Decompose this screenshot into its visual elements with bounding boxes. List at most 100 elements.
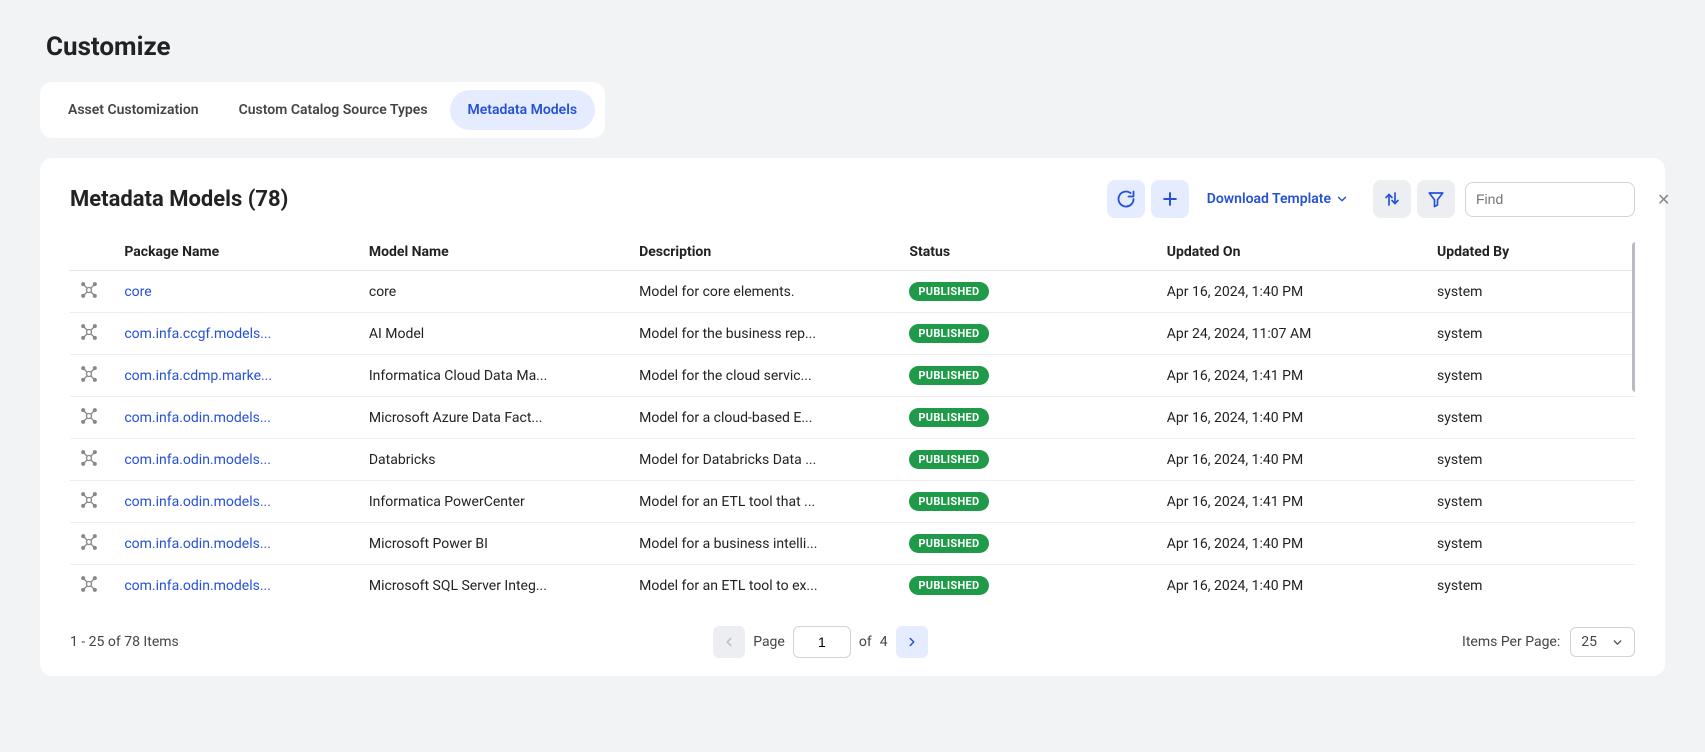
updated-on-cell: Apr 16, 2024, 1:40 PM	[1159, 439, 1429, 481]
description-cell: Model for an ETL tool to ex...	[631, 565, 901, 607]
metadata-models-table: Package Name Model Name Description Stat…	[70, 234, 1635, 606]
model-name-cell: Microsoft Azure Data Fact...	[361, 397, 631, 439]
col-package-name[interactable]: Package Name	[116, 234, 361, 271]
col-model-name[interactable]: Model Name	[361, 234, 631, 271]
updated-by-cell: system	[1429, 355, 1635, 397]
description-cell: Model for a cloud-based E...	[631, 397, 901, 439]
model-icon	[78, 405, 100, 427]
total-pages: 4	[880, 634, 888, 650]
table-row: corecoreModel for core elements.PUBLISHE…	[70, 271, 1635, 313]
filter-button[interactable]	[1417, 180, 1455, 218]
sort-icon	[1383, 190, 1401, 208]
search-input[interactable]	[1476, 191, 1657, 207]
main-panel: Metadata Models (78) Download Template	[40, 158, 1665, 676]
updated-on-cell: Apr 16, 2024, 1:40 PM	[1159, 397, 1429, 439]
updated-by-cell: system	[1429, 439, 1635, 481]
updated-on-cell: Apr 16, 2024, 1:40 PM	[1159, 565, 1429, 607]
model-name-cell: Databricks	[361, 439, 631, 481]
package-link[interactable]: com.infa.odin.models...	[124, 452, 271, 468]
package-link[interactable]: core	[124, 284, 151, 300]
download-template-link[interactable]: Download Template	[1207, 191, 1349, 207]
tab-asset-customization[interactable]: Asset Customization	[50, 90, 217, 130]
col-status[interactable]: Status	[901, 234, 1158, 271]
model-icon	[78, 573, 100, 595]
status-badge: PUBLISHED	[909, 534, 988, 553]
updated-by-cell: system	[1429, 523, 1635, 565]
sort-button[interactable]	[1373, 180, 1411, 218]
page-label: Page	[753, 634, 785, 650]
tabs: Asset Customization Custom Catalog Sourc…	[40, 82, 605, 138]
scrollbar[interactable]	[1632, 242, 1635, 392]
status-badge: PUBLISHED	[909, 408, 988, 427]
description-cell: Model for a business intelli...	[631, 523, 901, 565]
close-icon: ✕	[1657, 190, 1670, 209]
items-per-page-value: 25	[1581, 634, 1597, 650]
pagination: 1 - 25 of 78 Items Page of 4 Items Per P…	[70, 626, 1635, 658]
table-row: com.infa.odin.models... Microsoft SQL Ser…	[70, 565, 1635, 607]
model-icon	[78, 279, 100, 301]
description-cell: Model for the cloud servic...	[631, 355, 901, 397]
updated-on-cell: Apr 16, 2024, 1:41 PM	[1159, 481, 1429, 523]
updated-by-cell: system	[1429, 481, 1635, 523]
download-template-label: Download Template	[1207, 191, 1331, 207]
updated-by-cell: system	[1429, 397, 1635, 439]
updated-by-cell: system	[1429, 313, 1635, 355]
refresh-button[interactable]	[1107, 180, 1145, 218]
status-badge: PUBLISHED	[909, 366, 988, 385]
tab-custom-catalog-source-types[interactable]: Custom Catalog Source Types	[221, 90, 446, 130]
next-page-button[interactable]	[896, 626, 928, 658]
updated-on-cell: Apr 16, 2024, 1:40 PM	[1159, 271, 1429, 313]
chevron-down-icon	[1611, 636, 1624, 649]
items-per-page-select[interactable]: 25	[1570, 627, 1635, 657]
updated-by-cell: system	[1429, 271, 1635, 313]
package-link[interactable]: com.infa.odin.models...	[124, 410, 271, 426]
col-updated-by[interactable]: Updated By	[1429, 234, 1635, 271]
model-name-cell: Informatica PowerCenter	[361, 481, 631, 523]
table-wrap: Package Name Model Name Description Stat…	[70, 234, 1635, 606]
panel-title: Metadata Models (78)	[70, 187, 288, 212]
table-row: com.infa.cdmp.marke... Informatica Cloud …	[70, 355, 1635, 397]
chevron-left-icon	[722, 635, 736, 649]
model-name-cell: Microsoft SQL Server Integ...	[361, 565, 631, 607]
status-badge: PUBLISHED	[909, 282, 988, 301]
page-input[interactable]	[793, 626, 851, 658]
table-row: com.infa.ccgf.models... AI ModelModel for…	[70, 313, 1635, 355]
of-label: of	[859, 634, 872, 650]
package-link[interactable]: com.infa.odin.models...	[124, 494, 271, 510]
items-per-page-label: Items Per Page:	[1462, 634, 1560, 650]
status-badge: PUBLISHED	[909, 450, 988, 469]
chevron-right-icon	[905, 635, 919, 649]
model-icon	[78, 321, 100, 343]
model-name-cell: AI Model	[361, 313, 631, 355]
updated-on-cell: Apr 16, 2024, 1:40 PM	[1159, 523, 1429, 565]
package-link[interactable]: com.infa.cdmp.marke...	[124, 368, 272, 384]
updated-on-cell: Apr 16, 2024, 1:41 PM	[1159, 355, 1429, 397]
search-box[interactable]: ✕	[1465, 182, 1635, 217]
model-name-cell: core	[361, 271, 631, 313]
status-badge: PUBLISHED	[909, 324, 988, 343]
page-title: Customize	[46, 32, 1665, 62]
status-badge: PUBLISHED	[909, 576, 988, 595]
package-link[interactable]: com.infa.odin.models...	[124, 536, 271, 552]
model-name-cell: Informatica Cloud Data Ma...	[361, 355, 631, 397]
tab-metadata-models[interactable]: Metadata Models	[450, 90, 596, 130]
description-cell: Model for the business rep...	[631, 313, 901, 355]
updated-by-cell: system	[1429, 565, 1635, 607]
package-link[interactable]: com.infa.ccgf.models...	[124, 326, 271, 342]
table-row: com.infa.odin.models... Microsoft Power B…	[70, 523, 1635, 565]
filter-icon	[1427, 190, 1445, 208]
col-updated-on[interactable]: Updated On	[1159, 234, 1429, 271]
updated-on-cell: Apr 24, 2024, 11:07 AM	[1159, 313, 1429, 355]
prev-page-button[interactable]	[713, 626, 745, 658]
model-icon	[78, 489, 100, 511]
package-link[interactable]: com.infa.odin.models...	[124, 578, 271, 594]
table-row: com.infa.odin.models...DatabricksModel f…	[70, 439, 1635, 481]
model-icon	[78, 531, 100, 553]
refresh-icon	[1116, 189, 1136, 209]
model-name-cell: Microsoft Power BI	[361, 523, 631, 565]
col-description[interactable]: Description	[631, 234, 901, 271]
table-row: com.infa.odin.models... Informatica Power…	[70, 481, 1635, 523]
clear-search-button[interactable]: ✕	[1657, 190, 1670, 209]
add-button[interactable]	[1151, 180, 1189, 218]
pagination-info: 1 - 25 of 78 Items	[70, 634, 179, 650]
